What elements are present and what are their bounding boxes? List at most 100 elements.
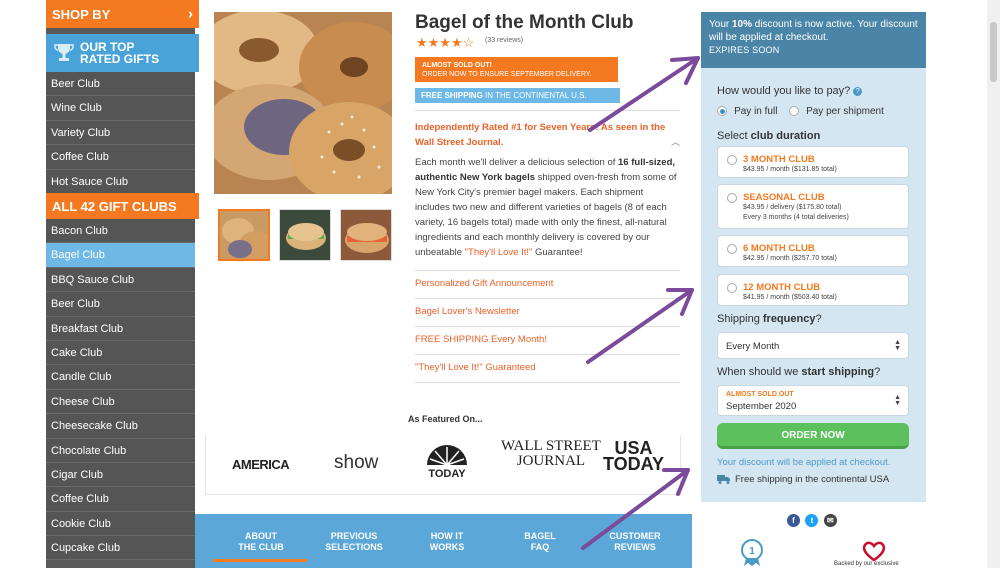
twitter-icon[interactable]: t bbox=[805, 514, 819, 527]
sidebar-item-candle-club[interactable]: Candle Club bbox=[46, 365, 195, 390]
rated-heading[interactable]: Independently Rated #1 for Seven Years! … bbox=[415, 120, 675, 150]
tab-about-the-club[interactable]: ABOUT THE CLUB bbox=[221, 531, 301, 553]
duration-pre: Select bbox=[717, 130, 751, 142]
shop-by-button[interactable]: SHOP BY › bbox=[46, 0, 199, 28]
heart-icon bbox=[862, 541, 886, 562]
option-price: $42.95 / month ($257.70 total) bbox=[743, 255, 837, 262]
all-gift-clubs-header[interactable]: ALL 42 GIFT CLUBS bbox=[46, 193, 199, 219]
thumbnail-sandwich-image bbox=[280, 210, 330, 260]
option-price: $43.95 / month ($131.85 total) bbox=[743, 166, 837, 173]
accordion-free-shipping[interactable]: FREE SHIPPING Every Month! bbox=[415, 334, 547, 345]
discount-text: Your 10% discount is now active. Your di… bbox=[709, 18, 918, 44]
sidebar-item-breakfast-club[interactable]: Breakfast Club bbox=[46, 316, 195, 341]
scrollbar-thumb[interactable] bbox=[990, 22, 997, 82]
pay-in-full-radio[interactable] bbox=[717, 106, 727, 117]
logo-america: AMERICA bbox=[232, 457, 290, 472]
discount-text-1: Your bbox=[709, 19, 732, 30]
divider bbox=[415, 270, 680, 271]
pay-per-shipment-option[interactable]: Pay per shipment bbox=[789, 105, 884, 117]
active-tab-indicator bbox=[213, 559, 307, 562]
accordion-guarantee[interactable]: "They'll Love It!" Guaranteed bbox=[415, 362, 536, 373]
truck-icon bbox=[717, 474, 730, 484]
pay-in-full-option[interactable]: Pay in full bbox=[717, 105, 777, 117]
option-3-month-club[interactable]: 3 MONTH CLUB $43.95 / month ($131.85 tot… bbox=[717, 146, 909, 178]
sidebar-item-wine-club[interactable]: Wine Club bbox=[46, 96, 195, 121]
email-icon[interactable]: ✉ bbox=[823, 514, 837, 527]
start-sold-out-tag: ALMOST SOLD OUT bbox=[726, 391, 794, 398]
order-now-button[interactable]: ORDER NOW bbox=[717, 423, 909, 449]
discount-percent: 10% bbox=[731, 19, 752, 30]
thumbnail-lox-image bbox=[341, 210, 391, 260]
accordion-newsletter[interactable]: Bagel Lover's Newsletter bbox=[415, 306, 520, 317]
sidebar-item-cheese-club[interactable]: Cheese Club bbox=[46, 389, 195, 415]
sidebar-item-cake-club[interactable]: Cake Club bbox=[46, 340, 195, 366]
featured-logos: AMERICA show TODAY WALL STREET JOURNAL U… bbox=[205, 435, 681, 495]
option-title: SEASONAL CLUB bbox=[743, 192, 825, 203]
option-schedule: Every 3 months (4 total deliveries) bbox=[743, 214, 849, 221]
desc-text-2: shipped oven-fresh from some of New York… bbox=[415, 172, 677, 258]
thumbnail-1[interactable] bbox=[218, 209, 270, 261]
option-radio[interactable] bbox=[727, 244, 737, 254]
thumbnail-2[interactable] bbox=[279, 209, 331, 261]
tab-bagel-faq[interactable]: BAGEL FAQ bbox=[500, 531, 580, 553]
logo-usa-today: USA TODAY bbox=[603, 439, 664, 473]
sidebar-item-coffee-club-2[interactable]: Coffee Club bbox=[46, 487, 195, 512]
sidebar-item-bbq-sauce-club[interactable]: BBQ Sauce Club bbox=[46, 267, 195, 293]
option-12-month-club[interactable]: 12 MONTH CLUB $41.95 / month ($503.40 to… bbox=[717, 274, 909, 306]
rated-number-one-icon: 1 bbox=[741, 539, 763, 566]
start-bold: start shipping bbox=[801, 366, 875, 378]
sidebar-item-cigar-club[interactable]: Cigar Club bbox=[46, 462, 195, 488]
free-shipping-rest: IN THE CONTINENTAL U.S. bbox=[482, 91, 587, 100]
sidebar-item-bacon-club[interactable]: Bacon Club bbox=[46, 219, 195, 244]
sidebar-item-chocolate-club[interactable]: Chocolate Club bbox=[46, 438, 195, 463]
sidebar-item-bagel-club[interactable]: Bagel Club bbox=[46, 243, 195, 268]
option-price: $41.95 / month ($503.40 total) bbox=[743, 294, 837, 301]
sidebar-item-cupcake-club[interactable]: Cupcake Club bbox=[46, 536, 195, 561]
thumbnail-3[interactable] bbox=[340, 209, 392, 261]
sidebar-item-beer-club[interactable]: Beer Club bbox=[46, 72, 195, 97]
product-main-image[interactable] bbox=[214, 12, 392, 194]
sidebar-item-beer-club-2[interactable]: Beer Club bbox=[46, 292, 195, 317]
start-shipping-select[interactable]: ALMOST SOLD OUT September 2020 ▲ ▼ bbox=[717, 385, 909, 416]
select-chevrons-icon: ▲ ▼ bbox=[894, 393, 901, 407]
divider bbox=[415, 382, 680, 383]
sidebar-item-cookie-club[interactable]: Cookie Club bbox=[46, 511, 195, 537]
help-icon[interactable]: ? bbox=[853, 86, 863, 96]
club-duration-label: Select club duration bbox=[717, 130, 820, 142]
tab-how-it-works[interactable]: HOW IT WORKS bbox=[407, 531, 487, 553]
desc-text-1: Each month we'll deliver a delicious sel… bbox=[415, 157, 619, 168]
tab-previous-selections[interactable]: PREVIOUS SELECTIONS bbox=[314, 531, 394, 553]
sidebar: SHOP BY › OUR TOP RATED GIFTS Beer Club … bbox=[46, 0, 199, 568]
option-radio[interactable] bbox=[727, 283, 737, 293]
logo-show: show bbox=[334, 452, 379, 473]
bagels-photo bbox=[214, 12, 392, 194]
sidebar-item-coffee-club[interactable]: Coffee Club bbox=[46, 145, 195, 170]
sold-out-title: ALMOST SOLD OUT! bbox=[422, 62, 492, 69]
page-scrollbar[interactable] bbox=[987, 0, 1000, 568]
select-chevrons-icon: ▲ ▼ bbox=[894, 338, 901, 352]
sidebar-item-variety-club[interactable]: Variety Club bbox=[46, 120, 195, 146]
sidebar-item-cheesecake-club[interactable]: Cheesecake Club bbox=[46, 414, 195, 439]
option-seasonal-club[interactable]: SEASONAL CLUB $43.95 / delivery ($175.80… bbox=[717, 184, 909, 229]
accordion-gift-announcement[interactable]: Personalized Gift Announcement bbox=[415, 278, 553, 289]
shipping-frequency-select[interactable]: Every Month ▲ ▼ bbox=[717, 332, 909, 359]
pay-per-shipment-radio[interactable] bbox=[789, 106, 799, 117]
product-description: Each month we'll deliver a delicious sel… bbox=[415, 155, 680, 260]
top-rated-gifts-header[interactable]: OUR TOP RATED GIFTS bbox=[46, 34, 199, 72]
start-shipping-label: When should we start shipping? bbox=[717, 366, 880, 378]
reviews-link[interactable]: (33 reviews) bbox=[485, 37, 523, 44]
chevron-up-icon[interactable]: ︿ bbox=[671, 135, 680, 148]
option-radio[interactable] bbox=[727, 155, 737, 165]
guarantee-link[interactable]: "They'll Love It!" bbox=[465, 247, 533, 258]
discount-note: Your discount will be applied at checkou… bbox=[717, 457, 891, 468]
tab-customer-reviews[interactable]: CUSTOMER REVIEWS bbox=[595, 531, 675, 553]
option-6-month-club[interactable]: 6 MONTH CLUB $42.95 / month ($257.70 tot… bbox=[717, 235, 909, 267]
shop-by-label: SHOP BY bbox=[52, 6, 111, 22]
sidebar-item-hot-sauce-club[interactable]: Hot Sauce Club bbox=[46, 169, 195, 194]
duration-bold: club duration bbox=[750, 130, 821, 142]
option-radio[interactable] bbox=[727, 193, 737, 203]
tab-label-line1: BAGEL bbox=[524, 531, 556, 541]
star-rating[interactable]: ★★★★☆ bbox=[416, 35, 474, 51]
tab-label-line1: CUSTOMER bbox=[609, 531, 661, 541]
facebook-icon[interactable]: f bbox=[787, 514, 800, 527]
